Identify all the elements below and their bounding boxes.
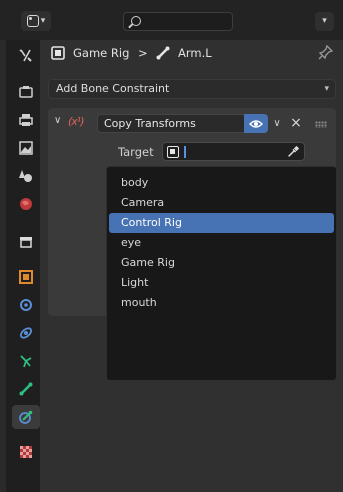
tab-scene[interactable] bbox=[14, 164, 38, 188]
constraint-panel-header: ∨ (x¹) Copy Transforms ∨ × bbox=[48, 112, 336, 134]
object-icon bbox=[51, 46, 65, 60]
checker-icon bbox=[20, 446, 32, 458]
properties-header: ▾ ▾ bbox=[0, 0, 343, 40]
blue-circle-icon bbox=[20, 299, 32, 311]
eyedropper-icon[interactable] bbox=[286, 145, 300, 159]
orbit-icon bbox=[19, 327, 33, 339]
breadcrumb-bone: Arm.L bbox=[178, 46, 212, 60]
menu-item-body[interactable]: body bbox=[109, 173, 334, 193]
text-caret bbox=[184, 146, 186, 158]
menu-item-light[interactable]: Light bbox=[109, 273, 334, 293]
cone-sphere-icon bbox=[19, 170, 32, 182]
tab-bone[interactable] bbox=[14, 377, 38, 401]
toggle-visibility-button[interactable] bbox=[244, 114, 268, 133]
drag-grip-icon[interactable] bbox=[315, 121, 327, 128]
menu-item-camera[interactable]: Camera bbox=[109, 193, 334, 213]
constraint-menu-button[interactable]: ∨ bbox=[269, 114, 285, 133]
target-field[interactable] bbox=[162, 142, 305, 161]
chevron-down-icon: ▾ bbox=[322, 16, 327, 26]
copy-transforms-icon: (x¹) bbox=[68, 115, 84, 128]
remove-constraint-button[interactable]: × bbox=[288, 114, 304, 133]
add-bone-constraint-button[interactable]: Add Bone Constraint ▾ bbox=[48, 79, 336, 99]
constraint-name-field[interactable]: Copy Transforms bbox=[97, 114, 245, 133]
tab-world[interactable] bbox=[14, 192, 38, 216]
tab-texture[interactable] bbox=[14, 440, 38, 464]
breadcrumb: Game Rig > Arm.L bbox=[40, 40, 343, 68]
header-options-button[interactable]: ▾ bbox=[315, 12, 334, 31]
chevron-down-icon: ▾ bbox=[40, 16, 46, 26]
chevron-down-icon: ∨ bbox=[273, 118, 281, 129]
tab-view-layer[interactable] bbox=[14, 136, 38, 160]
bone-icon bbox=[156, 46, 170, 60]
camera-back-icon bbox=[19, 86, 33, 98]
breadcrumb-separator: > bbox=[138, 46, 148, 60]
search-icon bbox=[131, 16, 141, 26]
tab-object[interactable] bbox=[14, 265, 38, 289]
eye-icon bbox=[249, 119, 263, 128]
tab-tool[interactable] bbox=[14, 44, 38, 68]
box-icon bbox=[20, 237, 32, 248]
menu-item-mouth[interactable]: mouth bbox=[109, 293, 334, 313]
globe-icon bbox=[20, 198, 32, 210]
tab-collection[interactable] bbox=[14, 230, 38, 254]
target-label: Target bbox=[118, 145, 154, 159]
image-icon bbox=[19, 141, 33, 155]
collapse-chevron-icon[interactable]: ∨ bbox=[54, 115, 61, 126]
bone-icon bbox=[19, 382, 33, 396]
printer-icon bbox=[19, 114, 33, 126]
tab-modifiers[interactable] bbox=[14, 293, 38, 317]
tab-bone-constraints[interactable] bbox=[12, 405, 40, 429]
editor-type-button[interactable]: ▾ bbox=[21, 11, 51, 31]
tab-bar-edge bbox=[0, 40, 6, 492]
pin-icon[interactable] bbox=[318, 44, 334, 60]
menu-item-control-rig[interactable]: Control Rig bbox=[109, 213, 334, 233]
close-icon: × bbox=[290, 115, 302, 131]
target-dropdown-menu: body Camera Control Rig eye Game Rig Lig… bbox=[106, 166, 337, 381]
wrench-screwdriver-icon bbox=[19, 49, 32, 62]
breadcrumb-object: Game Rig bbox=[73, 46, 130, 60]
tab-object-data[interactable] bbox=[14, 349, 38, 373]
tab-output[interactable] bbox=[14, 108, 38, 132]
tab-render[interactable] bbox=[14, 80, 38, 104]
chevron-down-icon: ▾ bbox=[324, 84, 329, 94]
bone-constraint-icon bbox=[19, 410, 33, 424]
orange-square-icon bbox=[19, 270, 33, 284]
menu-item-game-rig[interactable]: Game Rig bbox=[109, 253, 334, 273]
properties-editor-icon bbox=[26, 15, 39, 27]
menu-item-eye[interactable]: eye bbox=[109, 233, 334, 253]
properties-tab-bar bbox=[0, 40, 40, 492]
add-bone-constraint-label: Add Bone Constraint bbox=[56, 82, 170, 95]
object-icon bbox=[167, 146, 179, 158]
armature-icon bbox=[20, 355, 32, 368]
tab-physics[interactable] bbox=[14, 321, 38, 345]
search-input[interactable] bbox=[123, 12, 233, 31]
